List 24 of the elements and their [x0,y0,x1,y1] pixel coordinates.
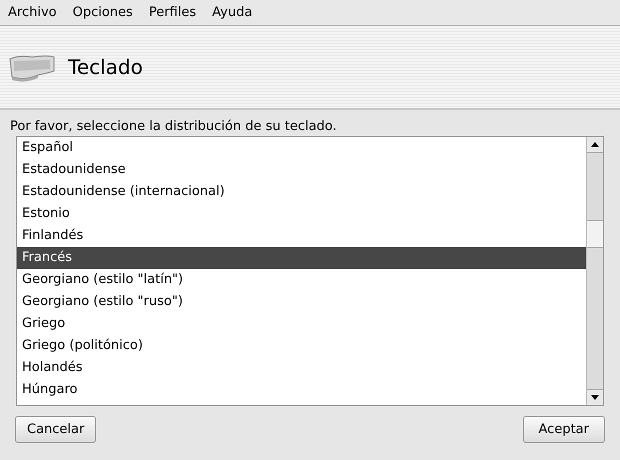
list-item[interactable]: Griego [17,313,586,335]
list-item[interactable]: Estadounidense (internacional) [17,181,586,203]
page-title: Teclado [68,54,143,81]
menu-item[interactable]: Ayuda [212,2,252,22]
list-item[interactable]: Francés [17,247,586,269]
list-item[interactable]: Húngaro [17,379,586,401]
instruction-text: Por favor, seleccione la distribución de su teclado. [9,118,338,136]
list-item[interactable]: Estadounidense [17,159,586,181]
menu-item[interactable]: Perfiles [148,2,196,22]
scrollbar-thumb[interactable] [587,220,603,248]
list-item[interactable]: Georgiano (estilo "ruso") [17,291,586,313]
list-item[interactable]: Holandés [17,357,586,379]
menu-item[interactable]: Archivo [8,2,57,22]
list-item[interactable]: Estonio [17,203,586,225]
scrollbar[interactable] [586,137,603,405]
list-item[interactable]: Español [17,137,586,159]
list-item[interactable]: Finlandés [17,225,586,247]
list-item[interactable]: Georgiano (estilo "latín") [17,269,586,291]
ok-button[interactable]: Aceptar [522,416,605,443]
down-arrow-icon[interactable] [591,395,599,400]
list-item[interactable]: Griego (politónico) [17,335,586,357]
up-arrow-icon[interactable] [591,142,599,147]
cancel-button[interactable]: Cancelar [15,416,96,443]
menu-item[interactable]: Opciones [72,2,133,22]
